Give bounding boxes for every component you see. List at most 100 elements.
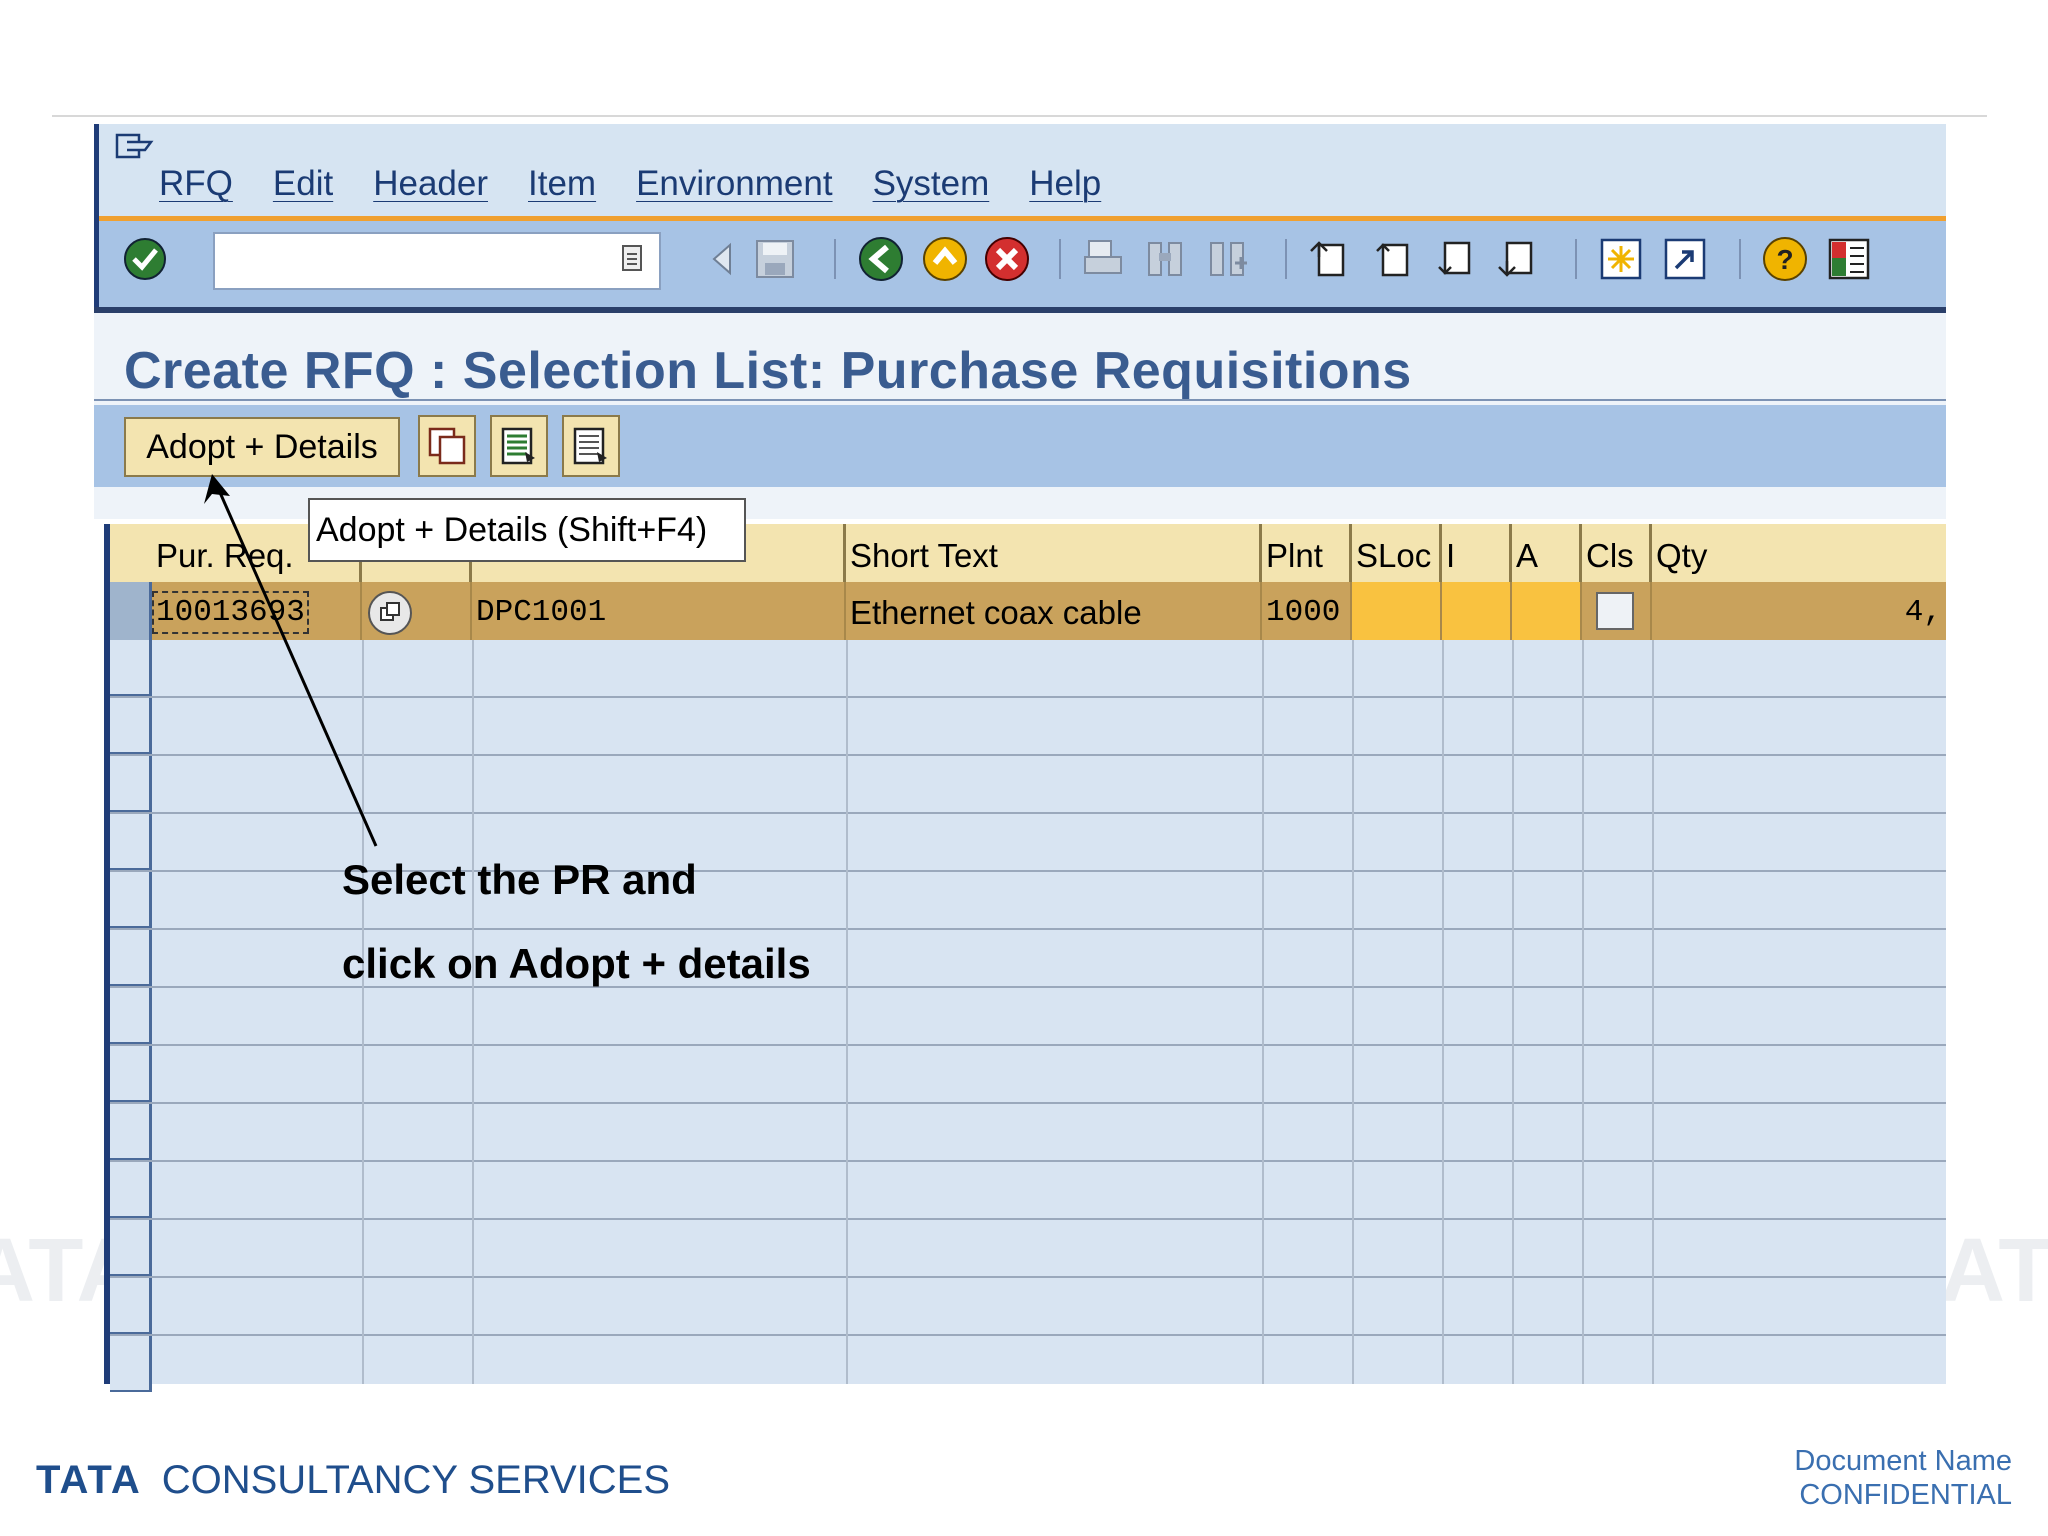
row-selector[interactable]: [110, 698, 152, 754]
table-row[interactable]: 10013693 DPC1001 Ethernet coax cable 100…: [110, 582, 1946, 640]
table-row: [110, 1162, 1946, 1220]
command-field[interactable]: [213, 232, 661, 290]
select-all-icon[interactable]: [490, 415, 548, 477]
copy-icon[interactable]: [418, 415, 476, 477]
table-row: [110, 698, 1946, 756]
a-cell[interactable]: [1512, 582, 1582, 640]
table-row: [110, 1336, 1946, 1394]
help-icon[interactable]: ?: [1759, 233, 1811, 285]
application-toolbar: Adopt + Details: [94, 405, 1946, 487]
command-input[interactable]: [221, 234, 605, 286]
menu-header[interactable]: Header: [373, 164, 488, 204]
system-menu-icon[interactable]: [113, 130, 155, 164]
table-row: [110, 1220, 1946, 1278]
plant-cell: 1000: [1262, 582, 1352, 640]
col-a[interactable]: A: [1512, 524, 1582, 582]
save-icon[interactable]: [749, 233, 801, 285]
table-row: [110, 756, 1946, 814]
back-icon[interactable]: [855, 233, 907, 285]
column-divider: [1442, 640, 1444, 1384]
col-short-text[interactable]: Short Text: [846, 524, 1262, 582]
cancel-icon[interactable]: [981, 233, 1033, 285]
column-divider: [1352, 640, 1354, 1384]
table-row: [110, 1046, 1946, 1104]
material-cell: DPC1001: [472, 582, 846, 640]
column-divider: [472, 640, 474, 1384]
tata-watermark-right: ATA: [1940, 1221, 2048, 1321]
column-divider: [1652, 640, 1654, 1384]
customize-layout-icon[interactable]: [1823, 233, 1875, 285]
menu-bar: RFQ Edit Header Item Environment System …: [99, 124, 1946, 216]
next-page-icon[interactable]: [1429, 233, 1481, 285]
row-selector[interactable]: [110, 1162, 152, 1218]
col-i[interactable]: I: [1442, 524, 1512, 582]
col-sloc[interactable]: SLoc: [1352, 524, 1442, 582]
table-row: [110, 640, 1946, 698]
cls-cell: [1582, 582, 1652, 640]
item-cell: [362, 582, 472, 640]
tcs-logo-text: CONSULTANCY SERVICES: [161, 1458, 671, 1502]
item-detail-icon[interactable]: [366, 589, 414, 637]
column-divider: [362, 640, 364, 1384]
slide-top-rule: [52, 115, 1987, 117]
find-icon[interactable]: [1139, 233, 1191, 285]
sap-window: RFQ Edit Header Item Environment System …: [94, 124, 1946, 1392]
page-title: Create RFQ : Selection List: Purchase Re…: [124, 342, 1412, 400]
find-next-icon[interactable]: [1201, 233, 1253, 285]
table-row: [110, 1278, 1946, 1336]
adopt-details-tooltip: Adopt + Details (Shift+F4): [308, 498, 746, 562]
pur-req-value[interactable]: 10013693: [152, 591, 309, 634]
first-page-icon[interactable]: [1303, 233, 1355, 285]
row-selector[interactable]: [110, 756, 152, 812]
column-divider: [1262, 640, 1264, 1384]
cls-checkbox[interactable]: [1596, 592, 1634, 630]
row-selector[interactable]: [110, 814, 152, 870]
document-footer: Document Name CONFIDENTIAL: [1794, 1444, 2012, 1512]
row-selector[interactable]: [110, 1220, 152, 1276]
col-qty[interactable]: Qty: [1652, 524, 1946, 582]
row-selector[interactable]: [110, 582, 152, 640]
menu-environment[interactable]: Environment: [636, 164, 832, 204]
instruction-line-1: Select the PR and: [342, 856, 697, 903]
row-selector[interactable]: [110, 872, 152, 928]
previous-page-icon[interactable]: [1367, 233, 1419, 285]
instruction-line-2: click on Adopt + details: [342, 940, 811, 987]
row-selector[interactable]: [110, 988, 152, 1044]
column-divider: [1582, 640, 1584, 1384]
tata-logo-text: TATA: [36, 1458, 142, 1502]
column-divider: [846, 640, 848, 1384]
menu-edit[interactable]: Edit: [273, 164, 333, 204]
sloc-cell[interactable]: [1352, 582, 1442, 640]
adopt-details-button[interactable]: Adopt + Details: [124, 417, 400, 477]
row-selector[interactable]: [110, 930, 152, 986]
title-rule: [94, 399, 1946, 401]
row-selector[interactable]: [110, 1278, 152, 1334]
exit-icon[interactable]: [919, 233, 971, 285]
standard-toolbar: ?: [94, 221, 1946, 307]
title-area: Create RFQ : Selection List: Purchase Re…: [94, 313, 1946, 519]
menu-rfq[interactable]: RFQ: [159, 164, 233, 204]
last-page-icon[interactable]: [1491, 233, 1543, 285]
deselect-all-icon[interactable]: [562, 415, 620, 477]
confidential-label: CONFIDENTIAL: [1799, 1479, 2012, 1511]
shortcut-icon[interactable]: [1659, 233, 1711, 285]
menu-help[interactable]: Help: [1029, 164, 1101, 204]
document-name: Document Name: [1794, 1445, 2012, 1477]
menu-item[interactable]: Item: [528, 164, 596, 204]
row-selector[interactable]: [110, 1336, 152, 1392]
row-selector[interactable]: [110, 1104, 152, 1160]
qty-cell: 4,: [1904, 595, 1942, 630]
i-cell[interactable]: [1442, 582, 1512, 640]
create-session-icon[interactable]: [1595, 233, 1647, 285]
history-icon[interactable]: [621, 244, 645, 274]
pur-req-cell: 10013693: [152, 582, 362, 640]
svg-text:?: ?: [1776, 244, 1793, 275]
back-nav-icon[interactable]: [695, 233, 747, 285]
row-selector[interactable]: [110, 1046, 152, 1102]
menu-system[interactable]: System: [873, 164, 990, 204]
print-icon[interactable]: [1077, 233, 1129, 285]
row-selector[interactable]: [110, 640, 152, 696]
col-plant[interactable]: Plnt: [1262, 524, 1352, 582]
enter-icon[interactable]: [119, 233, 171, 285]
col-cls[interactable]: Cls: [1582, 524, 1652, 582]
